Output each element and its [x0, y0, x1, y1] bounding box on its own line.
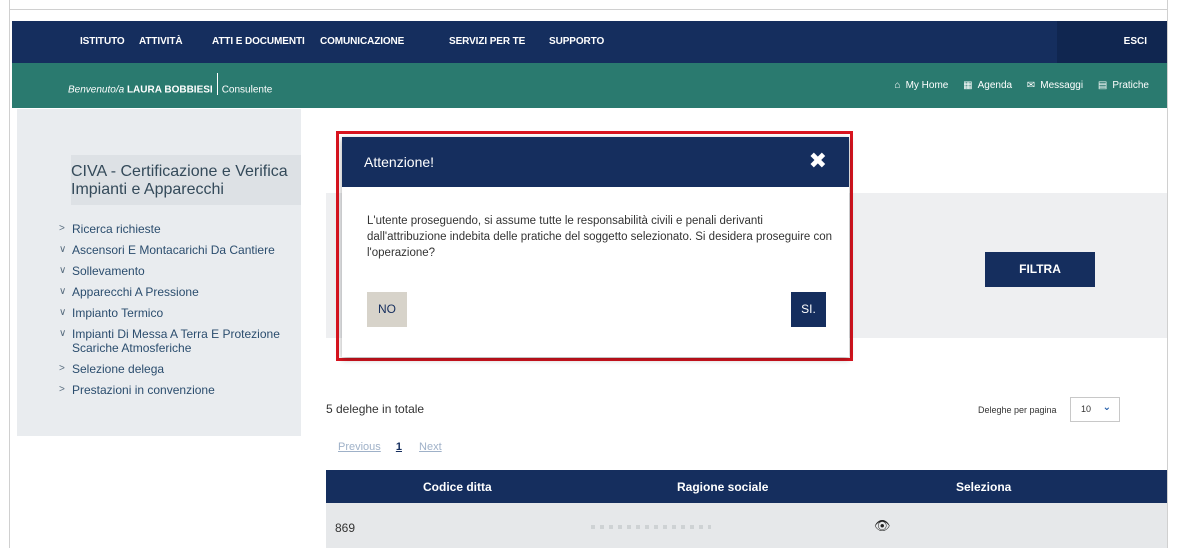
sidebar-title: CIVA - Certificazione e Verifica Impiant…	[71, 163, 288, 198]
current-page[interactable]: 1	[396, 441, 402, 453]
per-page-value: 10	[1081, 404, 1092, 414]
sidebar-item-ascensori[interactable]: ∨ Ascensori E Montacarichi Da Cantiere	[59, 243, 299, 257]
next-page-link[interactable]: Next	[419, 441, 442, 453]
per-page-label: Deleghe per pagina	[978, 405, 1057, 415]
table-row: 869 👁	[326, 503, 1167, 548]
sidebar-title-box: CIVA - Certificazione e Verifica Impiant…	[71, 155, 301, 205]
top-navigation-bar: ISTITUTO ATTIVITÀ ATTI E DOCUMENTI COMUN…	[12, 21, 1167, 63]
welcome-text: Benvenuto/a LAURA BOBBIESI Consulente	[68, 73, 273, 101]
nav-item-comunicazione[interactable]: COMUNICAZIONE	[320, 36, 404, 47]
sidebar-item-label: Prestazioni in convenzione	[72, 383, 215, 397]
sidebar-item-label: Impianto Termico	[72, 306, 164, 320]
chevron-down-icon: ∨	[59, 244, 67, 255]
logout-area: ESCI	[1057, 21, 1167, 63]
sidebar-item-label: Apparecchi A Pressione	[72, 285, 199, 299]
chevron-down-icon: ∨	[59, 286, 67, 297]
quick-links: ⌂ My Home ▦ Agenda ✉ Messaggi ▤ Pratiche	[883, 80, 1149, 91]
messaggi-link[interactable]: ✉ Messaggi	[1027, 80, 1083, 91]
agenda-label: Agenda	[977, 80, 1013, 91]
yes-button[interactable]: SI.	[791, 292, 826, 327]
chevron-down-icon: ∨	[59, 265, 67, 276]
cell-ragione-sociale-redacted	[591, 525, 711, 529]
sidebar-item-ricerca-richieste[interactable]: > Ricerca richieste	[59, 222, 299, 236]
no-button[interactable]: NO	[367, 292, 407, 327]
chevron-down-icon: ∨	[59, 307, 67, 318]
pagination: Previous 1 Next	[338, 441, 442, 453]
per-page-select[interactable]: 10 ⌄	[1070, 397, 1120, 422]
page: ISTITUTO ATTIVITÀ ATTI E DOCUMENTI COMUN…	[0, 0, 1177, 548]
frame-top	[0, 0, 1177, 10]
sidebar-item-impianti-messa-a-terra[interactable]: ∨ Impianti Di Messa A Terra E Protezione …	[59, 327, 299, 355]
dialog-message: L'utente proseguendo, si assume tutte le…	[367, 215, 833, 259]
divider	[216, 73, 218, 95]
messaggi-label: Messaggi	[1040, 80, 1084, 91]
agenda-link[interactable]: ▦ Agenda	[963, 80, 1012, 91]
frame-right	[1167, 0, 1177, 548]
nav-item-istituto[interactable]: ISTITUTO	[80, 36, 125, 47]
confirmation-dialog: Attenzione! ✖ L'utente proseguendo, si a…	[342, 137, 849, 357]
sidebar-item-label: Sollevamento	[72, 264, 145, 278]
pratiche-link[interactable]: ▤ Pratiche	[1098, 80, 1149, 91]
sidebar-item-label: Impianti Di Messa A Terra E Protezione S…	[72, 327, 280, 355]
nav-item-attivita[interactable]: ATTIVITÀ	[139, 36, 183, 47]
chevron-down-icon: ⌄	[1102, 402, 1111, 413]
column-header-ragione-sociale[interactable]: Ragione sociale	[677, 480, 768, 494]
sidebar-item-sollevamento[interactable]: ∨ Sollevamento	[59, 264, 299, 278]
dialog-title: Attenzione!	[364, 154, 435, 170]
cell-codice-ditta: 869	[335, 521, 356, 535]
column-header-codice-ditta[interactable]: Codice ditta	[423, 480, 492, 494]
filter-button[interactable]: FILTRA	[985, 252, 1095, 287]
sidebar-item-label: Selezione delega	[72, 362, 165, 376]
my-home-link[interactable]: ⌂ My Home	[895, 80, 949, 91]
logout-button[interactable]: ESCI	[1124, 36, 1147, 47]
user-role: Consulente	[221, 84, 273, 96]
home-icon: ⌂	[894, 80, 901, 91]
nav-item-servizi-per-te[interactable]: SERVIZI PER TE	[449, 36, 525, 47]
sidebar-item-prestazioni-convenzione[interactable]: > Prestazioni in convenzione	[59, 383, 299, 397]
pratiche-label: Pratiche	[1112, 80, 1149, 91]
calendar-icon: ▦	[963, 80, 973, 91]
sidebar-item-impianto-termico[interactable]: ∨ Impianto Termico	[59, 306, 299, 320]
envelope-icon: ✉	[1026, 80, 1036, 91]
table-header: Codice ditta Ragione sociale Seleziona	[326, 470, 1167, 503]
chevron-down-icon: ∨	[59, 328, 67, 339]
chevron-right-icon: >	[59, 223, 65, 234]
dialog-header: Attenzione! ✖	[342, 137, 849, 187]
user-bar: Benvenuto/a LAURA BOBBIESI Consulente ⌂ My…	[12, 63, 1167, 108]
sidebar-item-selezione-delega[interactable]: > Selezione delega	[59, 362, 299, 376]
sidebar-menu: > Ricerca richieste ∨ Ascensori E Montacar…	[59, 222, 299, 404]
previous-page-link[interactable]: Previous	[338, 441, 381, 453]
frame-left	[0, 0, 10, 548]
nav-item-atti-e-documenti[interactable]: ATTI E DOCUMENTI	[212, 36, 305, 47]
user-name: LAURA BOBBIESI	[126, 84, 213, 96]
column-header-seleziona[interactable]: Seleziona	[956, 480, 1011, 494]
eye-icon[interactable]: 👁	[874, 518, 891, 534]
welcome-prefix: Benvenuto/a	[68, 84, 125, 96]
chevron-right-icon: >	[59, 384, 65, 395]
my-home-label: My Home	[905, 80, 949, 91]
close-icon[interactable]: ✖	[809, 149, 827, 173]
archive-icon: ▤	[1097, 80, 1108, 91]
sidebar-item-label: Ricerca richieste	[72, 222, 161, 236]
nav-item-supporto[interactable]: SUPPORTO	[549, 36, 604, 47]
results-total: 5 deleghe in totale	[326, 402, 425, 416]
sidebar-item-label: Ascensori E Montacarichi Da Cantiere	[72, 243, 275, 257]
sidebar-item-apparecchi-pressione[interactable]: ∨ Apparecchi A Pressione	[59, 285, 299, 299]
chevron-right-icon: >	[59, 363, 65, 374]
sidebar: CIVA - Certificazione e Verifica Impiant…	[17, 109, 301, 436]
